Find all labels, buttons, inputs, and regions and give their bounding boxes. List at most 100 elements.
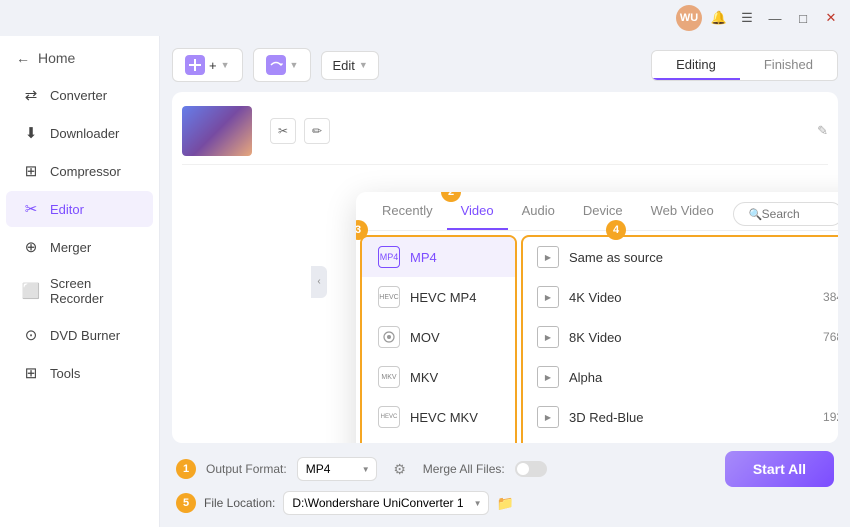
hevc-mkv-icon: HEVC xyxy=(378,406,400,428)
sidebar-label-tools: Tools xyxy=(50,366,80,381)
sidebar-label-editor: Editor xyxy=(50,202,84,217)
mov-icon xyxy=(378,326,400,348)
output-format-label: Output Format: xyxy=(206,462,287,476)
merge-toggle[interactable] xyxy=(515,461,547,477)
sidebar-item-dvd-burner[interactable]: ⊙ DVD Burner xyxy=(6,317,153,353)
home-label: Home xyxy=(38,50,75,66)
format-right-8k[interactable]: 8K Video 7680*4320 ✎ xyxy=(523,317,838,357)
4k-icon xyxy=(537,286,559,308)
close-btn[interactable]: ✕ xyxy=(820,7,842,29)
minimize-btn[interactable]: — xyxy=(764,7,786,29)
merger-icon: ⊕ xyxy=(22,238,40,256)
maximize-btn[interactable]: □ xyxy=(792,7,814,29)
bottom-bar: 1 Output Format: MP4 ⚙ Merge All Files: … xyxy=(172,451,838,487)
same-source-res: Auto xyxy=(801,250,838,264)
add-btn-label: + xyxy=(209,58,217,73)
file-actions: ✂ ✏ xyxy=(270,118,330,144)
mp4-icon: MP4 xyxy=(378,246,400,268)
format-dropdown-overlay: 2 3 4 Recently Video Audio Device Web Vi… xyxy=(356,192,838,443)
tab-finished[interactable]: Finished xyxy=(740,51,837,80)
edit-btn[interactable]: ✏ xyxy=(304,118,330,144)
format-search: 🔍 xyxy=(733,202,838,226)
3d-red-blue-res: 1920*1080 xyxy=(801,410,838,424)
titlebar: WU 🔔 ☰ — □ ✕ xyxy=(0,0,850,36)
mp4-label: MP4 xyxy=(410,250,437,265)
3d-red-blue-label: 3D Red-Blue xyxy=(569,410,791,425)
main-content: + ▼ ▼ Edit ▼ Editing Finished xyxy=(160,36,850,527)
sidebar-item-compressor[interactable]: ⊞ Compressor xyxy=(6,153,153,189)
editor-icon: ✂ xyxy=(22,200,40,218)
format-item-mov[interactable]: MOV xyxy=(362,317,515,357)
sidebar-item-merger[interactable]: ⊕ Merger xyxy=(6,229,153,265)
gear-btn[interactable]: ⚙ xyxy=(387,456,413,482)
badge-4: 4 xyxy=(606,220,626,240)
format-item-avi[interactable]: AVI AVI xyxy=(362,437,515,443)
sidebar-label-converter: Converter xyxy=(50,88,107,103)
sidebar-item-converter[interactable]: ⇄ Converter xyxy=(6,77,153,113)
format-tab-device[interactable]: Device xyxy=(569,193,637,230)
output-format-dropdown[interactable]: MP4 xyxy=(297,457,377,481)
hevc-mp4-label: HEVC MP4 xyxy=(410,290,476,305)
format-left-bordered: MP4 MP4 HEVC HEVC MP4 M xyxy=(360,235,517,443)
badge-1: 1 xyxy=(176,459,196,479)
badge-5: 5 xyxy=(176,493,196,513)
file-location-label: File Location: xyxy=(204,496,275,510)
format-item-hevc-mkv[interactable]: HEVC HEVC MKV xyxy=(362,397,515,437)
format-left-wrapper: MP4 MP4 HEVC HEVC MP4 M xyxy=(356,231,521,443)
format-tab-audio[interactable]: Audio xyxy=(508,193,569,230)
file-edit-link[interactable]: ✎ xyxy=(817,123,828,139)
convert-icon xyxy=(266,55,286,75)
4k-label: 4K Video xyxy=(569,290,791,305)
sidebar-item-downloader[interactable]: ⬇ Downloader xyxy=(6,115,153,151)
format-right-3d-red-blue[interactable]: 3D Red-Blue 1920*1080 ✎ xyxy=(523,397,838,437)
same-source-icon xyxy=(537,246,559,268)
menu-btn[interactable]: ☰ xyxy=(736,7,758,29)
convert-btn[interactable]: ▼ xyxy=(253,48,312,82)
sidebar-label-dvd-burner: DVD Burner xyxy=(50,328,120,343)
hevc-mp4-icon: HEVC xyxy=(378,286,400,308)
start-all-btn[interactable]: Start All xyxy=(725,451,834,487)
format-tab-recently[interactable]: Recently xyxy=(368,193,447,230)
hevc-mkv-label: HEVC MKV xyxy=(410,410,478,425)
file-thumbnail xyxy=(182,106,252,156)
notification-btn[interactable]: 🔔 xyxy=(708,7,730,29)
sidebar-item-tools[interactable]: ⊞ Tools xyxy=(6,355,153,391)
tab-group: Editing Finished xyxy=(651,50,838,81)
file-location-row: 5 File Location: D:\Wondershare UniConve… xyxy=(172,491,838,515)
file-location-path[interactable]: D:\Wondershare UniConverter 1 xyxy=(283,491,488,515)
edit-dropdown[interactable]: Edit ▼ xyxy=(321,51,378,80)
cut-btn[interactable]: ✂ xyxy=(270,118,296,144)
folder-browse-icon[interactable]: 📁 xyxy=(497,495,514,512)
sidebar-home[interactable]: ← Home xyxy=(0,44,159,76)
screen-recorder-icon: ⬜ xyxy=(22,282,40,300)
search-icon: 🔍 xyxy=(749,208,763,221)
output-format-value: MP4 xyxy=(306,462,331,476)
sidebar-label-screen-recorder: Screen Recorder xyxy=(50,276,137,306)
sidebar-item-editor[interactable]: ✂ Editor xyxy=(6,191,153,227)
8k-label: 8K Video xyxy=(569,330,791,345)
downloader-icon: ⬇ xyxy=(22,124,40,142)
format-right-bordered: Same as source Auto ✎ 4K Video 3840*2160… xyxy=(521,235,838,443)
edit-label: Edit xyxy=(332,58,354,73)
format-tabs-row: Recently Video Audio Device Web Video 🔍 … xyxy=(356,192,838,231)
format-right-alpha[interactable]: Alpha Auto ✎ xyxy=(523,357,838,397)
format-item-hevc-mp4[interactable]: HEVC HEVC MP4 xyxy=(362,277,515,317)
add-files-btn[interactable]: + ▼ xyxy=(172,48,243,82)
sidebar: ← Home ⇄ Converter ⬇ Downloader ⊞ Compre… xyxy=(0,36,160,527)
format-right-3d-left-right[interactable]: 3D Left-Right 1920*1080 ✎ xyxy=(523,437,838,443)
sidebar-item-screen-recorder[interactable]: ⬜ Screen Recorder xyxy=(6,267,153,315)
format-item-mp4[interactable]: MP4 MP4 xyxy=(362,237,515,277)
format-right-same-as-source[interactable]: Same as source Auto ✎ xyxy=(523,237,838,277)
compressor-icon: ⊞ xyxy=(22,162,40,180)
tab-editing[interactable]: Editing xyxy=(652,51,740,80)
format-item-mkv[interactable]: MKV MKV xyxy=(362,357,515,397)
format-tab-web-video[interactable]: Web Video xyxy=(637,193,728,230)
convert-dropdown: ▼ xyxy=(290,60,299,70)
toolbar: + ▼ ▼ Edit ▼ Editing Finished xyxy=(172,48,838,82)
sidebar-collapse-btn[interactable]: ‹ xyxy=(311,266,327,298)
format-body: MP4 MP4 HEVC HEVC MP4 M xyxy=(356,231,838,443)
alpha-res: Auto xyxy=(801,370,838,384)
user-avatar[interactable]: WU xyxy=(676,5,702,31)
file-area: ✂ ✏ ✎ 2 3 4 Recently Video Audio Device xyxy=(172,92,838,443)
format-right-4k[interactable]: 4K Video 3840*2160 ✎ xyxy=(523,277,838,317)
